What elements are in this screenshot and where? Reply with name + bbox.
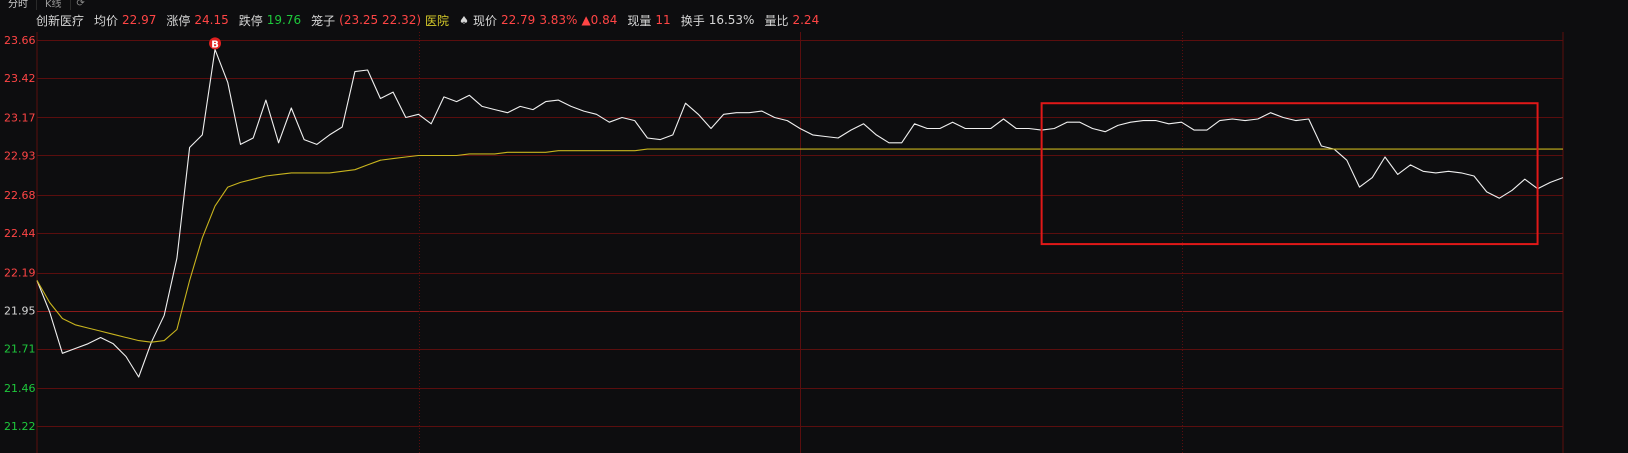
y-tick-label: 21.71	[4, 343, 36, 356]
y-tick-label: 21.46	[4, 382, 36, 395]
y-tick-label: 22.44	[4, 227, 36, 240]
y-tick-label: 23.17	[4, 111, 36, 124]
y-tick-label: 23.42	[4, 72, 36, 85]
buy-marker-label: B	[211, 39, 219, 50]
y-tick-label: 23.66	[4, 34, 36, 47]
price-chart[interactable]: 23.66 23.42 23.17 22.93 22.68 22.44 22.19 21.95…	[0, 0, 1628, 453]
y-tick-label: 22.93	[4, 149, 36, 162]
y-tick-label: 21.22	[4, 420, 36, 433]
intraday-chart-panel: 分时 K线 ⟳ 创新医疗 均价 22.97 涨停 24.15 跌停 19.76 …	[0, 0, 1628, 453]
y-tick-label: 22.68	[4, 189, 36, 202]
y-tick-label: 22.19	[4, 267, 36, 280]
y-tick-label: 21.95	[4, 305, 36, 318]
